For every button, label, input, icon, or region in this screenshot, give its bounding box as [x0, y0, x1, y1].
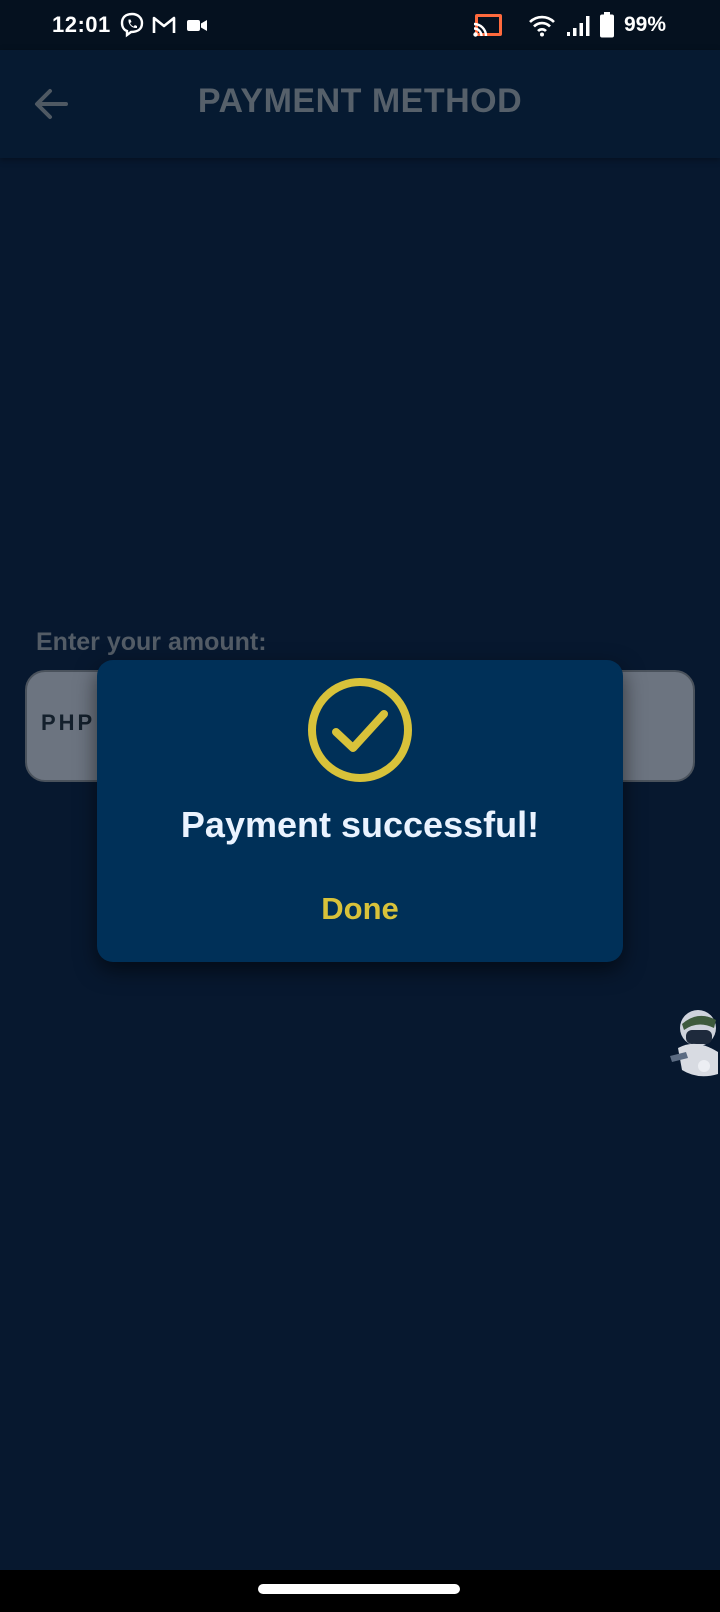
status-bar: 12:01 99%	[0, 0, 720, 50]
done-button[interactable]: Done	[290, 882, 430, 936]
video-camera-icon	[187, 20, 207, 31]
currency-label: PHP	[41, 710, 96, 735]
signal-icon	[567, 16, 590, 36]
cast-icon	[473, 14, 502, 37]
amount-label: Enter your amount:	[36, 628, 267, 656]
battery-percent: 99%	[624, 13, 667, 36]
success-dialog: Payment successful! Done	[97, 660, 623, 962]
battery-icon	[600, 12, 614, 38]
home-indicator[interactable]	[258, 1584, 460, 1594]
page-title: PAYMENT METHOD	[197, 82, 523, 120]
status-time: 12:01	[52, 12, 111, 37]
dialog-message: Payment successful!	[180, 804, 540, 845]
gmail-icon	[152, 16, 176, 33]
viber-icon	[120, 12, 144, 38]
app-bar: PAYMENT METHOD	[0, 50, 720, 158]
check-circle-icon	[308, 678, 412, 782]
screen: 12:01 99% PAYMENT METHOD Enter your amou…	[0, 0, 720, 1612]
wifi-icon	[529, 15, 555, 37]
mascot-illustration	[670, 1010, 718, 1077]
navigation-bar	[0, 1570, 720, 1612]
